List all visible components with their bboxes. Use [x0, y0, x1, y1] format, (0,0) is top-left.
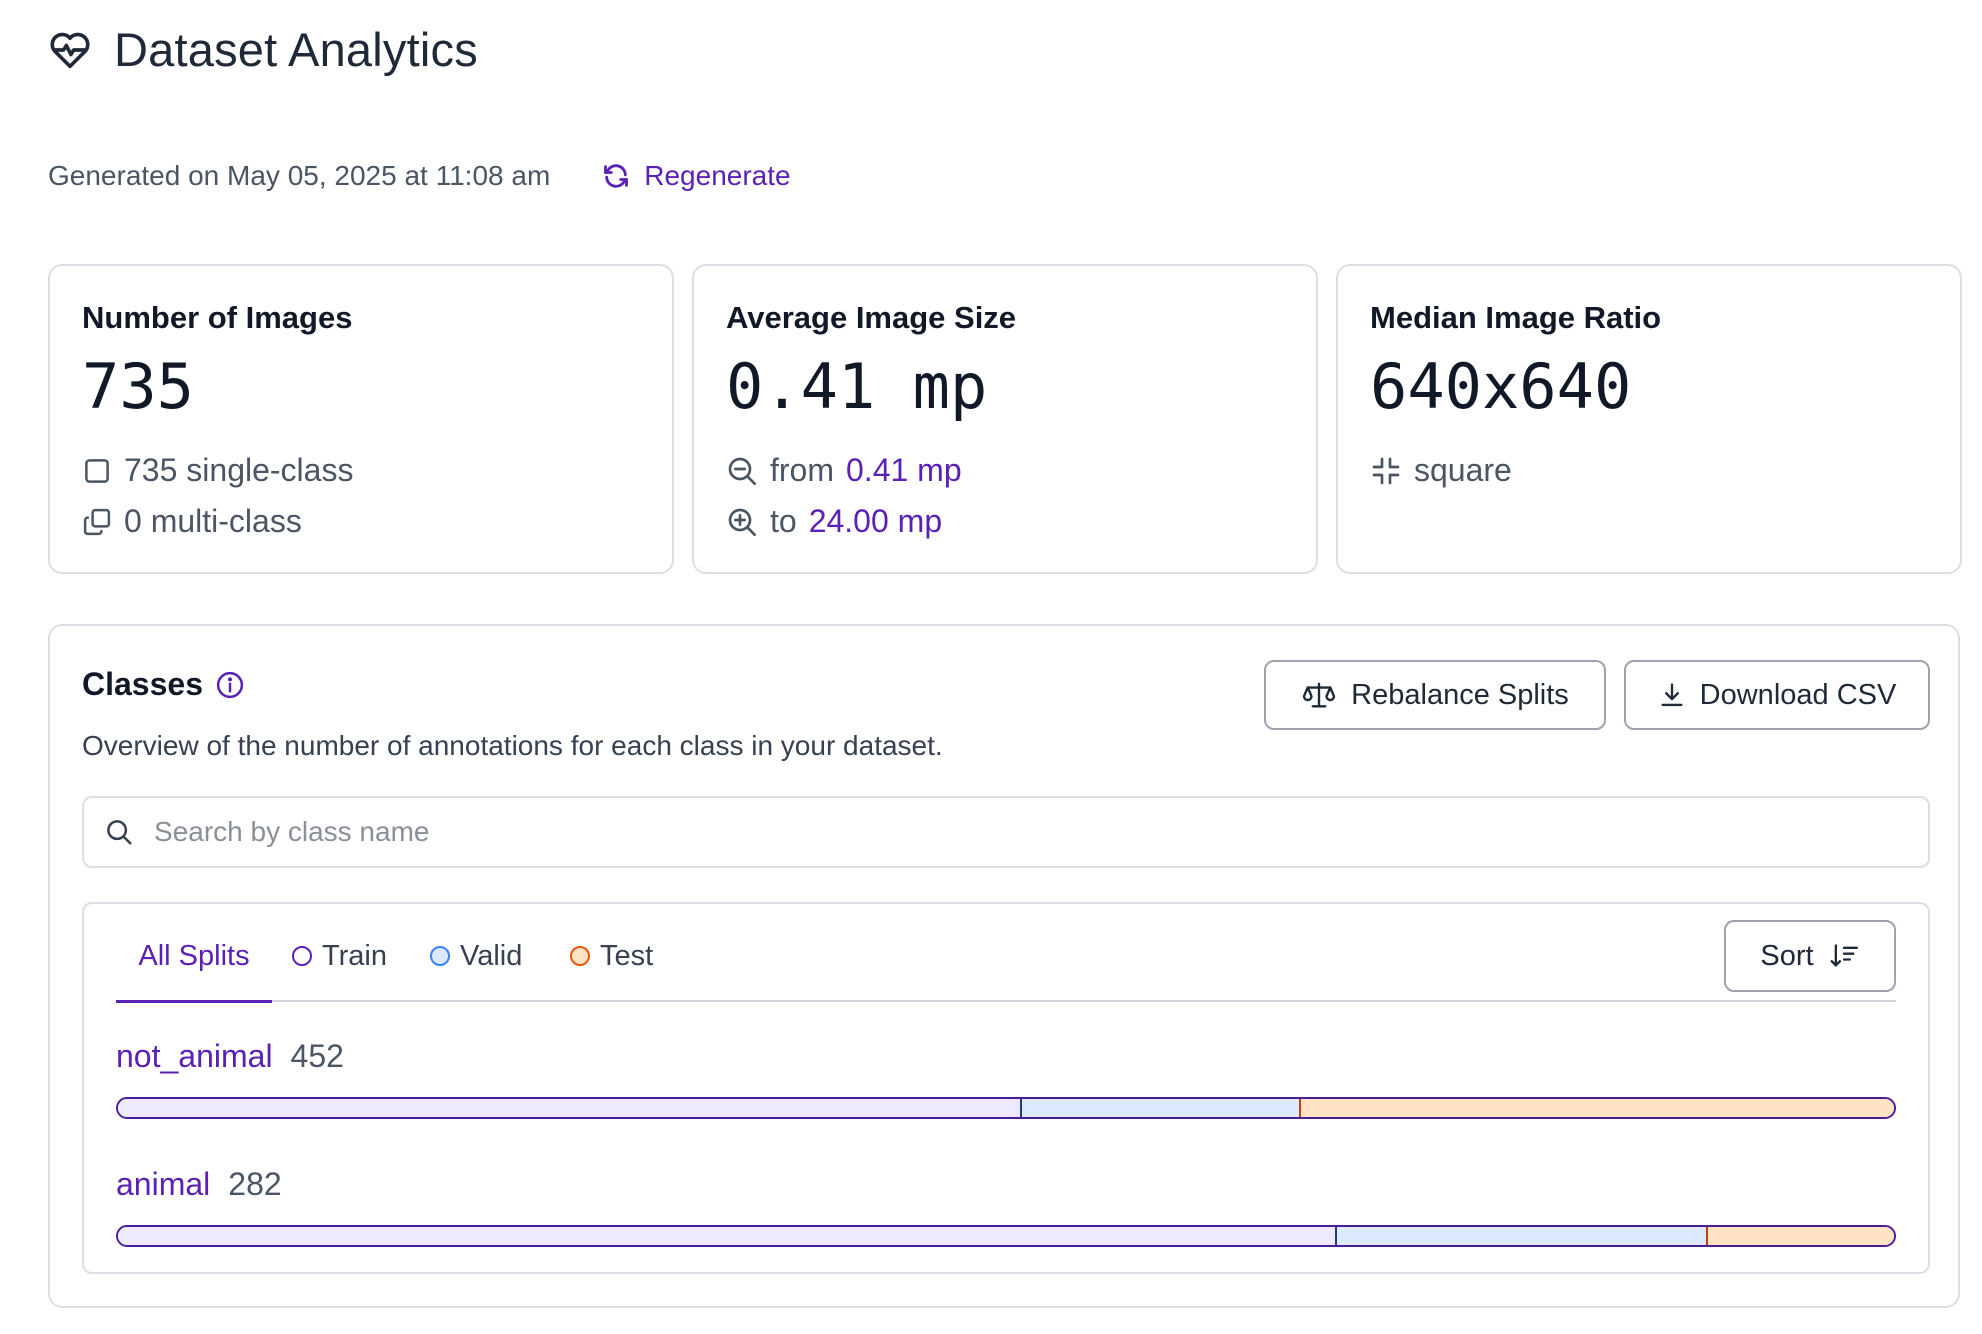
generated-timestamp: Generated on May 05, 2025 at 11:08 am	[48, 160, 551, 191]
class-row-header: animal 282	[116, 1166, 1896, 1203]
tab-all-splits[interactable]: All Splits	[116, 940, 272, 1003]
test-segment	[1705, 1227, 1894, 1245]
copy-icon	[82, 507, 112, 537]
regenerate-button[interactable]: Regenerate	[602, 160, 791, 192]
card-title: Median Image Ratio	[1370, 300, 1662, 335]
class-row-animal: animal 282	[116, 1166, 1896, 1247]
download-icon	[1658, 681, 1686, 709]
classes-panel: Classes Overview of the number of annota…	[48, 624, 1960, 1308]
zoom-in-icon	[726, 506, 758, 538]
median-ratio-value: 640x640	[1370, 350, 1632, 423]
tab-valid[interactable]: Valid	[430, 940, 522, 1000]
class-search-input[interactable]	[152, 815, 1856, 849]
class-row-header: not_animal 452	[116, 1038, 1896, 1075]
size-to-stat: to 24.00 mp	[726, 503, 1284, 540]
classes-heading: Classes	[82, 666, 245, 703]
split-tabs: All Splits Train Valid Test	[116, 940, 1896, 1003]
classes-description: Overview of the number of annotations fo…	[82, 730, 943, 761]
card-title: Average Image Size	[726, 300, 1017, 335]
rebalance-splits-button[interactable]: Rebalance Splits	[1264, 660, 1606, 730]
train-dot-icon	[292, 946, 312, 966]
generated-info: Generated on May 05, 2025 at 11:08 am Re…	[48, 160, 791, 192]
median-image-ratio-card: Median Image Ratio 640x640 square	[1336, 264, 1962, 574]
train-segment	[118, 1227, 1335, 1245]
average-image-size-card: Average Image Size 0.41 mp from 0.41 mp …	[692, 264, 1318, 574]
single-class-stat: 735 single-class	[82, 452, 640, 489]
download-label: Download CSV	[1699, 678, 1897, 711]
test-dot-icon	[570, 946, 590, 966]
split-distribution-bar	[116, 1097, 1896, 1119]
tab-train[interactable]: Train	[292, 940, 387, 1000]
regenerate-label: Regenerate	[644, 160, 791, 191]
tab-label: Test	[600, 940, 654, 972]
classes-title: Classes	[82, 666, 203, 702]
single-class-text: 735 single-class	[124, 452, 354, 488]
zoom-out-icon	[726, 455, 758, 487]
class-count: 282	[228, 1166, 282, 1202]
shrink-icon	[1370, 455, 1402, 487]
download-csv-button[interactable]: Download CSV	[1624, 660, 1930, 730]
class-search-field[interactable]	[82, 796, 1930, 868]
info-icon[interactable]	[215, 670, 245, 700]
from-value: 0.41 mp	[846, 452, 962, 488]
class-name-link[interactable]: not_animal	[116, 1038, 273, 1075]
to-label: to	[770, 503, 797, 539]
card-title: Number of Images	[82, 300, 353, 335]
tab-test[interactable]: Test	[570, 940, 653, 1000]
from-label: from	[770, 452, 834, 488]
class-count: 452	[290, 1038, 344, 1074]
ratio-shape-text: square	[1414, 452, 1512, 488]
valid-segment	[1334, 1227, 1706, 1245]
heart-pulse-icon	[48, 30, 92, 70]
test-segment	[1299, 1099, 1894, 1117]
images-count-value: 735	[82, 350, 194, 423]
train-segment	[118, 1099, 1021, 1117]
valid-segment	[1020, 1099, 1300, 1117]
to-value: 24.00 mp	[808, 503, 943, 539]
sort-button[interactable]: Sort	[1724, 920, 1896, 992]
sort-label: Sort	[1760, 939, 1814, 972]
scale-icon	[1301, 680, 1337, 710]
search-icon	[104, 817, 134, 847]
tab-label: Train	[322, 940, 387, 972]
size-from-stat: from 0.41 mp	[726, 452, 1284, 489]
ratio-shape-stat: square	[1370, 452, 1928, 489]
class-distribution-box: All Splits Train Valid Test Sort not_ani…	[82, 902, 1930, 1274]
page-header: Dataset Analytics	[48, 22, 478, 77]
valid-dot-icon	[430, 946, 450, 966]
split-distribution-bar	[116, 1225, 1896, 1247]
class-name-link[interactable]: animal	[116, 1166, 210, 1203]
sort-descending-icon	[1828, 942, 1860, 970]
rebalance-label: Rebalance Splits	[1351, 678, 1569, 711]
multi-class-text: 0 multi-class	[124, 503, 302, 539]
multi-class-stat: 0 multi-class	[82, 503, 640, 540]
refresh-icon	[602, 162, 630, 190]
class-row-not-animal: not_animal 452	[116, 1038, 1896, 1119]
square-icon	[82, 456, 112, 486]
number-of-images-card: Number of Images 735 735 single-class 0 …	[48, 264, 674, 574]
tab-label: All Splits	[138, 940, 250, 972]
page-title: Dataset Analytics	[114, 23, 478, 76]
tab-label: Valid	[460, 940, 523, 972]
average-size-value: 0.41 mp	[726, 350, 988, 423]
